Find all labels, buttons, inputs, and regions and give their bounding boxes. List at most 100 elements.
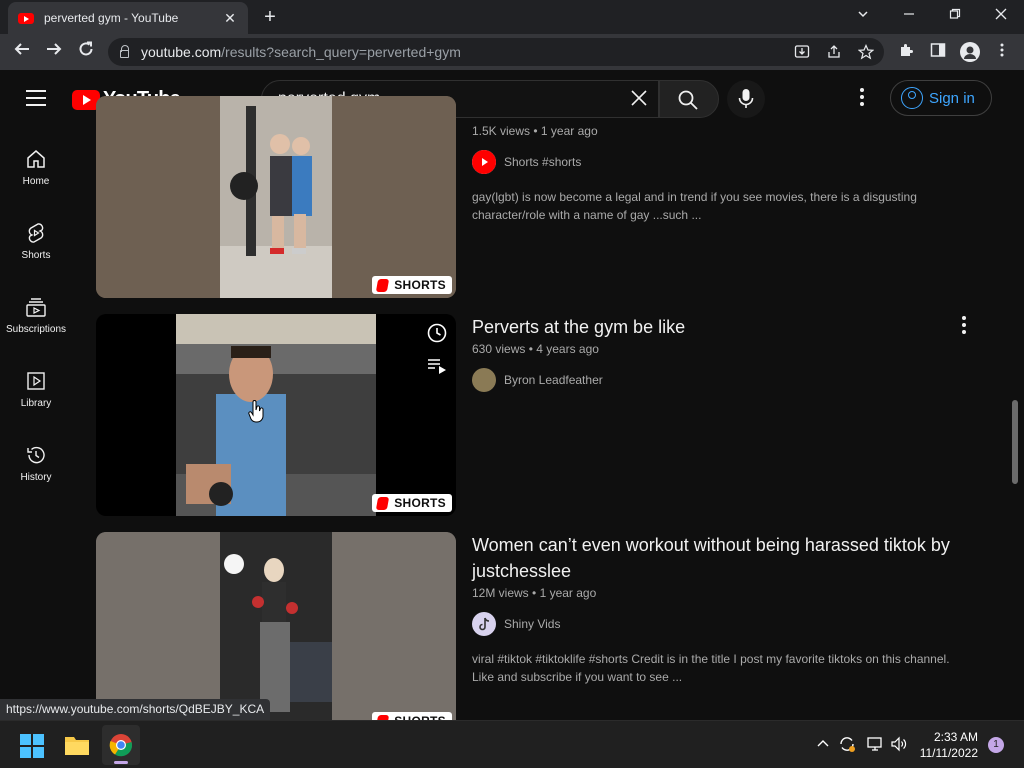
mini-guide-sidebar: Home Shorts Subscriptions Library Histor…: [0, 126, 72, 720]
subscriptions-icon: [26, 298, 46, 317]
channel-link[interactable]: Byron Leadfeather: [472, 368, 992, 392]
channel-avatar[interactable]: [472, 368, 496, 392]
chrome-icon: [109, 734, 133, 757]
sidebar-item-library[interactable]: Library: [0, 348, 72, 422]
sidebar-item-shorts[interactable]: Shorts: [0, 200, 72, 274]
sidebar-label-subscriptions: Subscriptions: [5, 324, 67, 335]
channel-name[interactable]: Byron Leadfeather: [504, 373, 603, 387]
page-scrollbar[interactable]: [1012, 400, 1018, 484]
sync-icon[interactable]: [838, 735, 856, 758]
video-meta: 1.5K views • 1 year ago: [472, 124, 598, 138]
address-bar[interactable]: youtube.com/results?search_query=pervert…: [108, 38, 884, 66]
upload-age: 4 years ago: [536, 342, 599, 356]
tab-close-icon[interactable]: ✕: [222, 10, 238, 27]
forward-icon[interactable]: [42, 40, 66, 64]
hand-cursor-icon: [248, 400, 266, 429]
reload-icon[interactable]: [74, 40, 98, 64]
youtube-favicon-icon: [18, 12, 34, 24]
sidebar-item-history[interactable]: History: [0, 422, 72, 496]
side-panel-icon[interactable]: [928, 42, 948, 63]
video-thumbnail[interactable]: SHORTS: [96, 314, 456, 516]
channel-avatar[interactable]: [472, 150, 496, 174]
sign-in-label: Sign in: [929, 89, 975, 107]
video-info: Women can’t even workout without being h…: [472, 532, 992, 686]
lock-icon[interactable]: [120, 45, 129, 58]
windows-taskbar: 2:33 AM 11/11/2022 1: [0, 720, 1024, 768]
shorts-icon: [28, 223, 44, 243]
sign-in-button[interactable]: Sign in: [890, 80, 992, 116]
channel-name[interactable]: Shiny Vids: [504, 617, 560, 631]
shorts-logo-icon: [376, 278, 390, 292]
view-count: 1.5K views: [472, 124, 531, 138]
upload-age: 1 year ago: [539, 586, 597, 600]
browser-tab-strip: perverted gym - YouTube ✕ +: [0, 0, 1024, 34]
install-icon[interactable]: [792, 44, 812, 64]
file-explorer-icon[interactable]: [64, 733, 90, 762]
sidebar-item-home[interactable]: Home: [0, 126, 72, 200]
shorts-logo-icon: [376, 496, 390, 510]
share-icon[interactable]: [824, 44, 844, 64]
shorts-badge-label: SHORTS: [394, 496, 446, 510]
chrome-menu-icon[interactable]: [992, 42, 1012, 63]
video-thumbnail[interactable]: SHORTS: [96, 96, 456, 298]
voice-search-button[interactable]: [727, 80, 765, 118]
tab-search-icon[interactable]: [848, 4, 878, 26]
view-count: 12M views: [472, 586, 529, 600]
upload-age: 1 year ago: [540, 124, 598, 138]
add-to-queue-icon[interactable]: [426, 354, 448, 381]
volume-icon[interactable]: [890, 735, 908, 758]
browser-toolbar: youtube.com/results?search_query=pervert…: [0, 34, 1024, 70]
url-path: /results?search_query=perverted+gym: [221, 44, 461, 60]
search-button[interactable]: [659, 80, 719, 118]
gym-thumbnail-image: [176, 314, 376, 516]
chrome-taskbar-button[interactable]: [102, 725, 140, 765]
clear-search-icon[interactable]: [630, 89, 648, 110]
sidebar-item-subscriptions[interactable]: Subscriptions: [0, 274, 72, 348]
microphone-icon: [738, 89, 754, 108]
new-tab-button[interactable]: +: [258, 6, 282, 28]
watch-later-icon[interactable]: [426, 322, 448, 349]
minimize-icon[interactable]: [894, 4, 924, 26]
active-app-indicator: [114, 761, 128, 764]
clock[interactable]: 2:33 AM 11/11/2022: [920, 729, 978, 761]
video-meta: 12M views • 1 year ago: [472, 586, 597, 600]
user-circle-icon: [901, 87, 923, 109]
gym-thumbnail-image: [96, 96, 456, 298]
video-info: 1.5K views • 1 year ago Shorts #shorts g…: [472, 122, 992, 224]
extensions-icon[interactable]: [896, 42, 916, 63]
clock-date: 11/11/2022: [919, 746, 978, 760]
video-title[interactable]: Perverts at the gym be like: [472, 314, 992, 340]
notification-badge[interactable]: 1: [988, 737, 1004, 753]
video-info: Perverts at the gym be like 630 views • …: [472, 314, 992, 392]
tiktok-note-icon: [479, 617, 490, 631]
shorts-badge-label: SHORTS: [394, 278, 446, 292]
channel-name[interactable]: Shorts #shorts: [504, 155, 581, 169]
tab-title: perverted gym - YouTube: [44, 11, 179, 25]
video-action-menu-icon[interactable]: [960, 316, 968, 337]
back-icon[interactable]: [10, 40, 34, 64]
tray-overflow-icon[interactable]: [816, 737, 830, 756]
channel-avatar[interactable]: [472, 612, 496, 636]
video-description: viral #tiktok #tiktoklife #shorts Credit…: [472, 652, 950, 684]
shorts-channel-icon: [472, 150, 496, 174]
shorts-badge: SHORTS: [372, 494, 452, 512]
library-icon: [27, 372, 45, 390]
browser-tab[interactable]: perverted gym - YouTube ✕: [8, 2, 248, 34]
channel-link[interactable]: Shiny Vids: [472, 612, 992, 636]
sidebar-label-shorts: Shorts: [21, 250, 51, 261]
url-host: youtube.com: [141, 44, 222, 60]
video-description: gay(lgbt) is now become a legal and in t…: [472, 190, 917, 222]
history-icon: [27, 446, 45, 464]
network-icon[interactable]: [866, 735, 884, 758]
settings-menu-icon[interactable]: [852, 88, 872, 108]
video-title[interactable]: Women can’t even workout without being h…: [472, 532, 992, 584]
restore-icon[interactable]: [940, 4, 970, 26]
status-link-bar: https://www.youtube.com/shorts/QdBEJBY_K…: [0, 699, 271, 720]
bookmark-star-icon[interactable]: [856, 44, 876, 64]
profile-avatar-icon[interactable]: [960, 42, 980, 62]
hamburger-menu-icon[interactable]: [26, 90, 46, 106]
channel-link[interactable]: Shorts #shorts: [472, 150, 992, 174]
sidebar-label-history: History: [20, 472, 52, 483]
close-window-icon[interactable]: [986, 4, 1016, 26]
windows-start-icon[interactable]: [20, 734, 44, 763]
